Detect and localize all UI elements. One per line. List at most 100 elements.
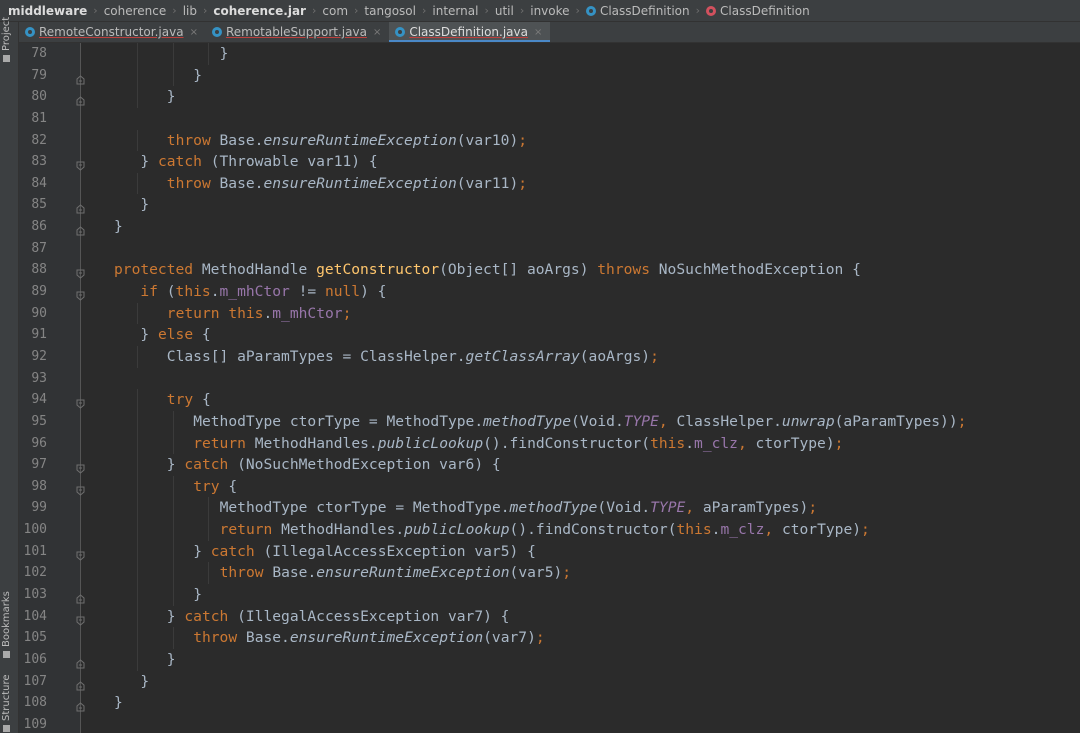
line-number: 91 [31, 327, 47, 343]
code-token: ) { [360, 283, 387, 301]
fold-start-icon[interactable] [76, 546, 85, 561]
line-number: 105 [23, 630, 47, 646]
code-token: . [685, 434, 695, 452]
indent-guide [172, 410, 174, 433]
indent-guide [137, 497, 139, 520]
breadcrumb-item[interactable]: ClassDefinition [706, 4, 810, 18]
breadcrumb-label: com [322, 3, 349, 18]
code-line: 78} [19, 43, 1080, 65]
fold-start-icon[interactable] [76, 481, 85, 496]
line-number: 89 [31, 284, 47, 300]
fold-end-icon[interactable] [76, 697, 85, 712]
code-token: getConstructor [316, 261, 440, 279]
structure-tool-button[interactable]: Structure [1, 674, 12, 732]
fold-start-icon[interactable] [76, 264, 85, 280]
fold-start-icon[interactable] [76, 286, 85, 301]
ide-window: middleware › coherence › lib › coherence.jar › c… [0, 0, 1080, 733]
line-number: 82 [31, 132, 47, 148]
indent-guide [137, 605, 139, 628]
chevron-right-icon: › [172, 4, 177, 17]
breadcrumb-item[interactable]: invoke [530, 4, 569, 18]
line-number: 104 [23, 608, 47, 624]
code-token: } [219, 45, 229, 62]
fold-end-icon[interactable] [76, 589, 85, 604]
code-token: Base. [263, 564, 317, 582]
fold-start-icon[interactable] [76, 611, 85, 626]
code-token: ensureRuntimeException [316, 564, 510, 582]
indent-guide [137, 562, 139, 585]
editor-tab[interactable]: RemotableSupport.java × [206, 22, 389, 42]
close-icon[interactable]: × [373, 27, 381, 38]
fold-end-icon[interactable] [76, 676, 85, 691]
editor-tab[interactable]: RemoteConstructor.java × [19, 22, 206, 42]
code-line: 102 throw Base.ensureRuntimeException(var… [19, 562, 1080, 585]
code-token: ().findConstructor( [509, 521, 677, 539]
fold-end-icon[interactable] [76, 221, 85, 236]
project-tool-button[interactable]: Project [1, 17, 12, 62]
line-number: 100 [23, 522, 47, 538]
bookmarks-tool-button[interactable]: Bookmarks [1, 591, 12, 658]
breadcrumb-item[interactable]: lib [183, 4, 197, 18]
indent-guide [137, 86, 139, 108]
code-editor[interactable]: 78} 79} 80} 81 82 throw Base.ensureRuntimeExc… [19, 43, 1080, 733]
indent-guide [137, 627, 139, 649]
code-token: (var5) [509, 564, 563, 582]
code-line: 101} catch (IllegalAccessException var5)… [19, 540, 1080, 563]
code-token: (Object[] aoArgs) [439, 261, 598, 279]
code-token: catch [210, 542, 255, 560]
code-text: return this.m_mhCtor; [167, 303, 352, 325]
fold-end-icon[interactable] [76, 199, 85, 214]
close-icon[interactable]: × [190, 27, 198, 38]
fold-end-icon[interactable] [76, 654, 85, 669]
line-number: 108 [23, 695, 47, 711]
breadcrumb-item[interactable]: internal [432, 4, 478, 18]
code-token: aParamTypes) [702, 499, 809, 517]
line-number: 94 [31, 392, 47, 408]
breadcrumb-item[interactable]: util [495, 4, 514, 18]
code-line: 87 [19, 238, 1080, 260]
fold-end-icon[interactable] [76, 91, 85, 106]
fold-start-icon[interactable] [76, 394, 85, 409]
fold-end-icon[interactable] [76, 70, 85, 85]
code-token: throw [219, 564, 264, 582]
code-token: (Void. [597, 499, 651, 517]
code-token: ; [834, 434, 844, 452]
left-tool-strip: Project Bookmarks Structure [0, 17, 19, 733]
code-line: 96 return MethodHandles.publicLookup().fi… [19, 432, 1080, 455]
fold-start-icon[interactable] [76, 156, 85, 171]
method-icon [706, 5, 717, 16]
fold-start-icon[interactable] [76, 459, 85, 474]
code-token: if [140, 283, 158, 301]
breadcrumb-item[interactable]: coherence [104, 4, 167, 18]
code-token: ; [342, 304, 352, 322]
breadcrumb-label: internal [432, 3, 479, 18]
chevron-right-icon: › [311, 4, 317, 17]
breadcrumb-item[interactable]: tangosol [364, 4, 416, 18]
editor-tab[interactable]: ClassDefinition.java × [389, 22, 551, 42]
indent-guide [137, 475, 139, 498]
code-token: ; [957, 412, 967, 430]
line-number: 80 [31, 89, 47, 105]
breadcrumb-item[interactable]: middleware [8, 4, 87, 18]
code-text: if (this.m_mhCtor != null) { [140, 281, 386, 303]
code-token: . [210, 283, 220, 301]
code-token: (var10) [456, 131, 519, 149]
code-text: } [167, 86, 176, 108]
code-line: 94 try { [19, 389, 1080, 411]
code-token: } [140, 672, 150, 690]
code-token: unwrap [781, 412, 835, 430]
code-token: (aoArgs) [579, 347, 651, 365]
code-line: 93 [19, 368, 1080, 390]
indent-guide [137, 410, 139, 433]
code-token: MethodHandles. [272, 521, 405, 539]
code-text: } [193, 65, 202, 87]
java-class-icon [211, 27, 222, 37]
code-line: 106} [19, 648, 1080, 671]
code-token: MethodType ctorType = MethodType. [193, 412, 484, 430]
breadcrumb-item[interactable]: com [322, 4, 348, 18]
close-icon[interactable]: × [534, 27, 542, 38]
indent-guide [137, 432, 139, 455]
line-number: 97 [31, 457, 47, 473]
breadcrumb-item[interactable]: ClassDefinition [585, 4, 690, 18]
breadcrumb-item[interactable]: coherence.jar [213, 4, 306, 18]
